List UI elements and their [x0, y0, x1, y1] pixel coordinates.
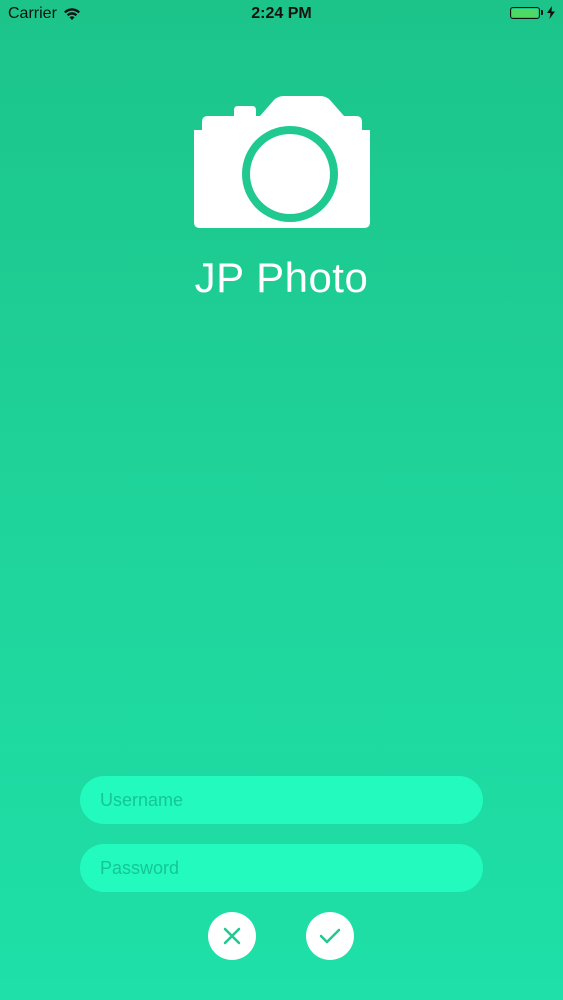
camera-icon	[194, 96, 370, 228]
check-icon	[319, 928, 341, 944]
charging-bolt-icon	[547, 6, 555, 19]
status-bar: Carrier 2:24 PM	[0, 0, 563, 30]
cancel-button[interactable]	[208, 912, 256, 960]
login-screen: Carrier 2:24 PM JP Photo	[0, 0, 563, 1000]
status-time: 2:24 PM	[251, 5, 312, 22]
password-input[interactable]	[80, 844, 483, 892]
app-title: JP Photo	[194, 254, 369, 301]
username-input[interactable]	[80, 776, 483, 824]
battery-level	[512, 8, 538, 17]
confirm-button[interactable]	[306, 912, 354, 960]
battery-group	[510, 6, 555, 19]
battery-cap	[541, 10, 543, 15]
battery-icon	[510, 6, 540, 19]
close-icon	[223, 927, 241, 945]
